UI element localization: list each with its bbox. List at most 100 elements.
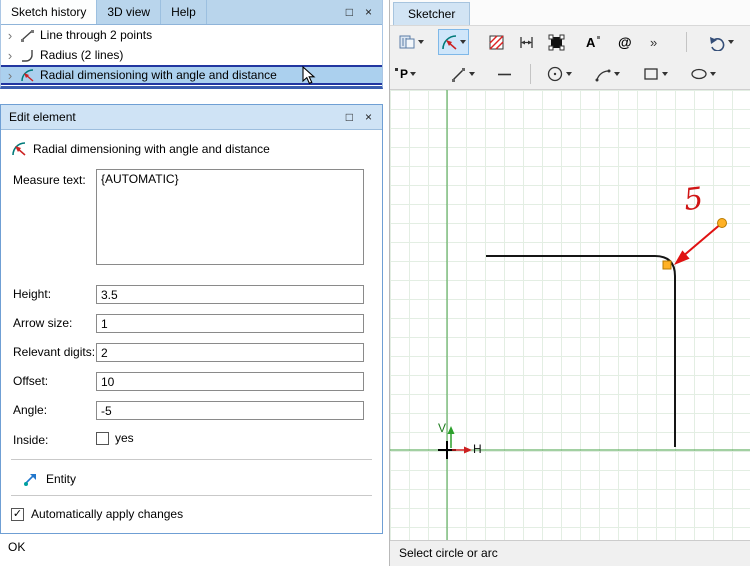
undo-button[interactable] — [706, 29, 736, 55]
pattern-library-icon — [399, 35, 415, 49]
dropdown-arrow-icon[interactable] — [418, 40, 424, 44]
chevron-right-icon[interactable]: › — [5, 48, 15, 63]
panel-title: Edit element — [9, 110, 76, 124]
text-tool-button[interactable]: A — [584, 29, 602, 55]
h-axis-arrowhead-icon — [464, 446, 472, 454]
circle-tool-icon — [547, 66, 563, 82]
tab-sketcher[interactable]: Sketcher — [393, 2, 471, 25]
auto-apply-checkbox[interactable]: ✓ — [11, 507, 24, 521]
dropdown-arrow-icon[interactable] — [662, 72, 668, 76]
close-icon[interactable]: × — [365, 111, 372, 123]
arc-tool-button[interactable] — [592, 61, 622, 87]
radial-dimension-icon — [11, 141, 26, 156]
arc-handle[interactable] — [662, 260, 672, 270]
point-tool-button[interactable]: P — [395, 61, 418, 87]
region-tool-button[interactable] — [546, 29, 567, 55]
maximize-icon[interactable]: □ — [346, 6, 353, 18]
line-tool-button[interactable] — [448, 61, 477, 87]
symbol-tool-button[interactable]: @ — [616, 29, 634, 55]
relevant-digits-input[interactable] — [96, 343, 364, 362]
status-bar: Select circle or arc — [390, 540, 750, 566]
line-tool-icon — [452, 67, 465, 82]
angle-label: Angle: — [13, 403, 48, 417]
toolbar-separator — [530, 64, 531, 84]
height-label: Height: — [13, 287, 52, 301]
text-tool-mark — [597, 35, 601, 39]
toolbar-overflow-button[interactable]: » — [648, 29, 659, 55]
inside-option-label: yes — [115, 431, 134, 445]
list-item-label: Radius (2 lines) — [40, 48, 124, 62]
measure-text-input[interactable]: {AUTOMATIC} — [96, 169, 364, 265]
ok-prompt: OK — [8, 540, 26, 554]
filled-region-icon — [548, 34, 565, 50]
height-input[interactable] — [96, 285, 364, 304]
dimension-text-handle[interactable] — [717, 218, 727, 228]
dropdown-arrow-icon[interactable] — [410, 72, 417, 76]
horizontal-dimension-icon — [520, 36, 533, 48]
hatch-tool-button[interactable] — [486, 29, 507, 55]
tab-sketch-history[interactable]: Sketch history — [1, 0, 98, 24]
dropdown-arrow-icon[interactable] — [710, 72, 716, 76]
dropdown-arrow-icon[interactable] — [566, 72, 572, 76]
undo-icon — [710, 36, 725, 51]
h-axis-label: H — [473, 442, 482, 456]
separator — [11, 495, 372, 496]
dropdown-arrow-icon[interactable] — [460, 40, 466, 44]
tab-help[interactable]: Help — [161, 0, 207, 24]
inside-checkbox[interactable] — [96, 431, 109, 445]
close-icon[interactable]: × — [365, 6, 372, 18]
text-tool-icon: A — [586, 34, 596, 50]
sketcher-panel: Sketcher A @ » P V H 5 Select circle or … — [389, 0, 750, 566]
chevron-right-icon[interactable]: › — [5, 28, 15, 43]
v-axis-label: V — [438, 421, 447, 435]
angle-input[interactable] — [96, 401, 364, 420]
mouse-cursor — [302, 66, 316, 85]
relevant-digits-label: Relevant digits: — [13, 345, 96, 359]
list-item-label: Radial dimensioning with angle and dista… — [40, 68, 277, 82]
entity-button[interactable]: Entity — [23, 467, 76, 491]
horizontal-dimension-button[interactable] — [516, 29, 537, 55]
line-icon — [20, 28, 35, 43]
fillet-radius-icon — [20, 48, 35, 63]
tab-3d-view[interactable]: 3D view — [97, 0, 162, 24]
rectangle-tool-icon — [644, 68, 658, 80]
separator — [11, 459, 372, 460]
arrow-size-input[interactable] — [96, 314, 364, 333]
edit-header-label: Radial dimensioning with angle and dista… — [33, 141, 270, 156]
sketcher-tabbar: Sketcher — [390, 0, 750, 26]
sketch-history-panel: Sketch history 3D view Help □ × › Line t… — [0, 0, 383, 89]
offset-label: Offset: — [13, 374, 49, 388]
dimension-value-text[interactable]: 5 — [682, 181, 705, 218]
radial-dimension-icon — [442, 34, 457, 50]
ellipse-tool-icon — [691, 68, 707, 80]
dimension-leader-line[interactable] — [681, 222, 723, 258]
sketcher-toolbars: A @ » P — [390, 26, 750, 90]
horizontal-line-icon — [498, 73, 511, 75]
offset-input[interactable] — [96, 372, 364, 391]
sketch-geometry-path[interactable] — [486, 255, 676, 447]
chevron-right-icon[interactable]: › — [5, 68, 15, 83]
sketch-canvas[interactable]: V H 5 — [390, 90, 750, 540]
list-item-radius[interactable]: › Radius (2 lines) — [1, 45, 382, 65]
rectangle-tool-button[interactable] — [640, 61, 670, 87]
inside-label: Inside: — [13, 433, 49, 447]
toolbar-separator — [686, 32, 687, 52]
dropdown-arrow-icon[interactable] — [469, 72, 475, 76]
radial-dimension-icon — [20, 68, 35, 83]
horizontal-line-tool-button[interactable] — [494, 61, 515, 87]
measure-text-label: Measure text: — [13, 173, 86, 187]
radial-dimension-tool-button[interactable] — [438, 29, 469, 55]
ellipse-tool-button[interactable] — [688, 61, 718, 87]
pattern-library-button[interactable] — [396, 29, 426, 55]
edit-element-titlebar: Edit element □ × — [1, 105, 382, 130]
edit-element-panel: Edit element □ × Radial dimensioning wit… — [0, 104, 383, 534]
dropdown-arrow-icon[interactable] — [614, 72, 620, 76]
circle-tool-button[interactable] — [544, 61, 574, 87]
auto-apply-label: Automatically apply changes — [31, 507, 184, 521]
list-item-radial-dimensioning[interactable]: › Radial dimensioning with angle and dis… — [1, 65, 382, 85]
entity-label: Entity — [46, 472, 77, 486]
dropdown-arrow-icon[interactable] — [728, 40, 734, 44]
list-item-label: Line through 2 points — [40, 28, 153, 42]
list-item-line-through-2-points[interactable]: › Line through 2 points — [1, 25, 382, 45]
maximize-icon[interactable]: □ — [346, 111, 353, 123]
